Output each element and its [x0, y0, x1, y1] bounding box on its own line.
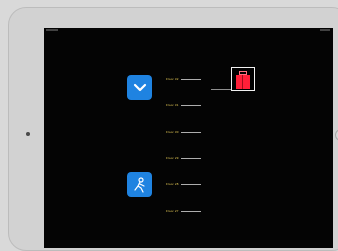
status-bar [44, 28, 333, 34]
tablet-frame: Floor 32 Floor 31 Floor 30 Floor 29 Floo… [8, 7, 338, 251]
car-door-divider [242, 75, 243, 89]
floor-line [180, 79, 201, 80]
floor-label: Floor 32 [166, 77, 179, 81]
floor-label: Floor 29 [166, 156, 179, 160]
floor-line [180, 105, 201, 106]
floor-label: Floor 28 [166, 182, 179, 186]
camera-dot [26, 132, 30, 136]
floor-row-28: Floor 28 [166, 183, 201, 186]
floor-label: Floor 30 [166, 130, 179, 134]
floor-row-27: Floor 27 [166, 210, 201, 213]
elevator-rail-line [211, 89, 231, 90]
floor-label: Floor 31 [166, 103, 179, 107]
floor-line [180, 132, 201, 133]
floor-line [180, 211, 201, 212]
floor-label: Floor 27 [166, 209, 179, 213]
floor-row-29: Floor 29 [166, 157, 201, 160]
floor-line [180, 158, 201, 159]
elevator-car [231, 67, 255, 91]
status-right-indicator [320, 29, 330, 31]
status-left-indicator [46, 29, 58, 31]
passenger-button[interactable] [127, 172, 152, 197]
move-down-button[interactable] [127, 75, 152, 100]
floor-row-31: Floor 31 [166, 104, 201, 107]
floor-line [180, 184, 201, 185]
person-icon [133, 176, 145, 193]
floor-row-32: Floor 32 [166, 78, 201, 81]
car-door-fill [236, 75, 250, 89]
floor-row-30: Floor 30 [166, 131, 201, 134]
app-screen: Floor 32 Floor 31 Floor 30 Floor 29 Floo… [44, 28, 333, 248]
chevron-down-icon [133, 83, 146, 91]
